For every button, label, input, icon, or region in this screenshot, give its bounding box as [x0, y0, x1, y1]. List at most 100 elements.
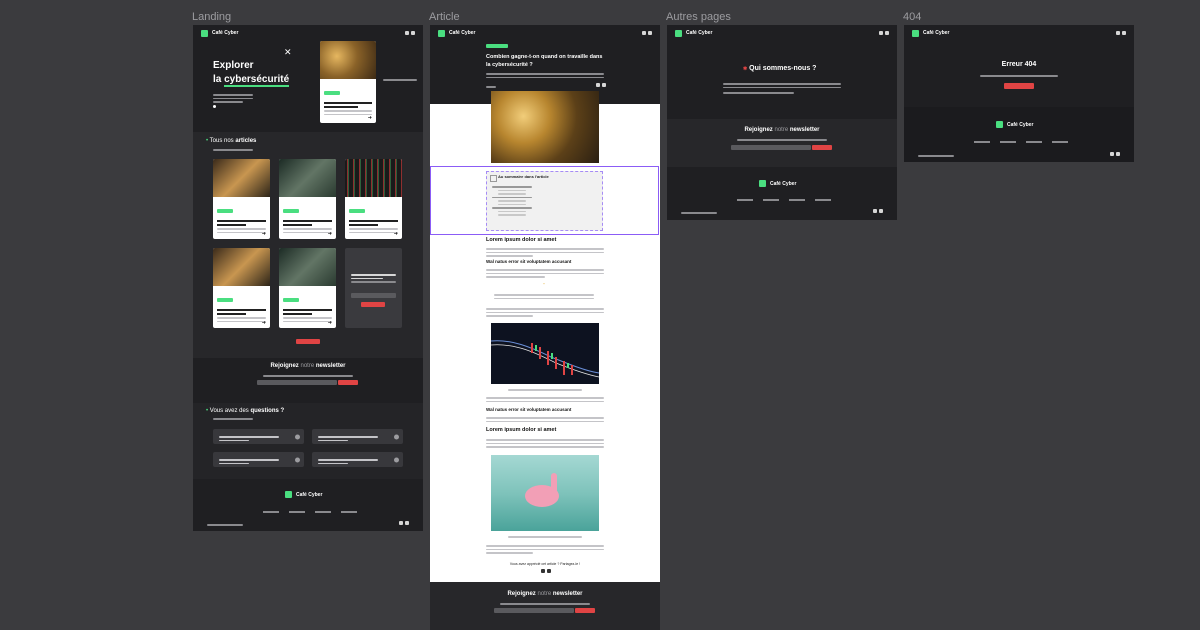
faq-heading: • Vous avez des questions ? [206, 408, 285, 414]
footer-links[interactable] [974, 141, 1068, 143]
arrow-right-icon[interactable]: ➜ [394, 231, 398, 237]
footer-link[interactable] [789, 199, 805, 201]
brand-logo[interactable]: Café Cyber [912, 29, 949, 37]
share-icon[interactable] [596, 83, 600, 87]
social-icons[interactable] [1116, 31, 1126, 35]
footer-link[interactable] [974, 141, 990, 143]
newsletter-heading-2: notre [537, 591, 553, 597]
autres-header: Café Cyber [667, 25, 897, 41]
footer-links[interactable] [737, 199, 831, 201]
footer-link[interactable] [737, 199, 753, 201]
frame-label-article[interactable]: Article [429, 11, 460, 23]
social-icon[interactable] [879, 209, 883, 213]
social-icon[interactable] [399, 521, 403, 525]
footer-link[interactable] [289, 511, 305, 513]
share-icon[interactable] [541, 569, 545, 573]
newsletter-email-input[interactable] [494, 608, 574, 613]
social-icon[interactable] [411, 31, 415, 35]
article-card[interactable]: ➜ [345, 159, 402, 239]
newsletter-card[interactable] [345, 248, 402, 328]
arrow-right-icon[interactable]: ➜ [328, 231, 332, 237]
hero-featured-card[interactable]: ➜ [320, 41, 376, 123]
newsletter-card-button[interactable] [361, 302, 385, 307]
landing-frame[interactable]: Café Cyber Explorer la cybersécurité ✕ ➜… [193, 25, 423, 531]
footer-link[interactable] [1000, 141, 1016, 143]
article-h2: Lorem ipsum dolor si amet [486, 427, 557, 433]
card-image [279, 248, 336, 286]
footer-logo[interactable]: Café Cyber [759, 180, 796, 187]
toc-box[interactable]: Au sommaire dans l'article [486, 171, 603, 231]
article-card[interactable]: ➜ [213, 159, 270, 239]
social-icon[interactable] [642, 31, 646, 35]
social-icon[interactable] [885, 31, 889, 35]
social-icon[interactable] [1122, 31, 1126, 35]
social-icons[interactable] [642, 31, 652, 35]
brand-logo[interactable]: Café Cyber [201, 29, 238, 37]
footer-logo[interactable]: Café Cyber [996, 121, 1033, 128]
plus-icon[interactable] [394, 434, 399, 439]
social-icon[interactable] [1116, 31, 1120, 35]
plus-icon[interactable] [394, 457, 399, 462]
card-tag [349, 209, 365, 213]
share-icon[interactable] [602, 83, 606, 87]
footer-social-icons[interactable] [399, 521, 409, 525]
footer-link[interactable] [341, 511, 357, 513]
footer-link[interactable] [1052, 141, 1068, 143]
back-home-button[interactable] [1004, 83, 1034, 89]
newsletter-heading-2: notre [774, 127, 790, 133]
social-icons[interactable] [879, 31, 889, 35]
footer-logo[interactable]: Café Cyber [285, 491, 322, 498]
share-icons[interactable] [596, 83, 606, 87]
faq-item[interactable] [312, 452, 403, 467]
error-title: Erreur 404 [1001, 61, 1037, 68]
social-icon[interactable] [405, 521, 409, 525]
flamingo-neck [551, 473, 557, 493]
social-icon[interactable] [879, 31, 883, 35]
social-icon[interactable] [1116, 152, 1120, 156]
social-icon[interactable] [1110, 152, 1114, 156]
error-frame[interactable]: Café Cyber Erreur 404 Café Cyber [904, 25, 1134, 162]
newsletter-submit-button[interactable] [338, 380, 358, 385]
footer-link[interactable] [263, 511, 279, 513]
article-card[interactable]: ➜ [279, 248, 336, 328]
footer-links[interactable] [263, 511, 357, 513]
social-icon[interactable] [405, 31, 409, 35]
social-icons[interactable] [405, 31, 415, 35]
article-card[interactable]: ➜ [279, 159, 336, 239]
social-icon[interactable] [873, 209, 877, 213]
newsletter-card-input[interactable] [351, 293, 396, 298]
arrow-right-icon[interactable]: ➜ [262, 320, 266, 326]
bottom-share-icons[interactable] [541, 569, 551, 573]
arrow-right-icon[interactable]: ➜ [328, 320, 332, 326]
scroll-dot[interactable] [213, 105, 216, 108]
newsletter-submit-button[interactable] [575, 608, 595, 613]
footer-link[interactable] [315, 511, 331, 513]
faq-item[interactable] [213, 452, 304, 467]
frame-label-404[interactable]: 404 [903, 11, 921, 23]
footer-link[interactable] [763, 199, 779, 201]
autres-frame[interactable]: Café Cyber ✱ Qui sommes-nous ? Rejoignez… [667, 25, 897, 220]
article-card[interactable]: ➜ [213, 248, 270, 328]
newsletter-email-input[interactable] [257, 380, 337, 385]
article-frame[interactable]: Café Cyber Combien gagne-t-on quand on t… [430, 25, 660, 630]
footer-link[interactable] [815, 199, 831, 201]
frame-label-autres[interactable]: Autres pages [666, 11, 731, 23]
newsletter-email-input[interactable] [731, 145, 811, 150]
plus-icon[interactable] [295, 457, 300, 462]
brand-logo[interactable]: Café Cyber [675, 29, 712, 37]
faq-item[interactable] [213, 429, 304, 444]
arrow-right-icon[interactable]: ➜ [262, 231, 266, 237]
plus-icon[interactable] [295, 434, 300, 439]
newsletter-submit-button[interactable] [812, 145, 832, 150]
share-icon[interactable] [547, 569, 551, 573]
load-more-button[interactable] [296, 339, 320, 344]
frame-label-landing[interactable]: Landing [192, 11, 231, 23]
faq-item[interactable] [312, 429, 403, 444]
brand-logo[interactable]: Café Cyber [438, 29, 475, 37]
social-icon[interactable] [648, 31, 652, 35]
footer-social-icons[interactable] [873, 209, 883, 213]
arrow-right-icon[interactable]: ➜ [368, 115, 372, 121]
footer-social-icons[interactable] [1110, 152, 1120, 156]
paragraph [486, 246, 604, 259]
footer-link[interactable] [1026, 141, 1042, 143]
